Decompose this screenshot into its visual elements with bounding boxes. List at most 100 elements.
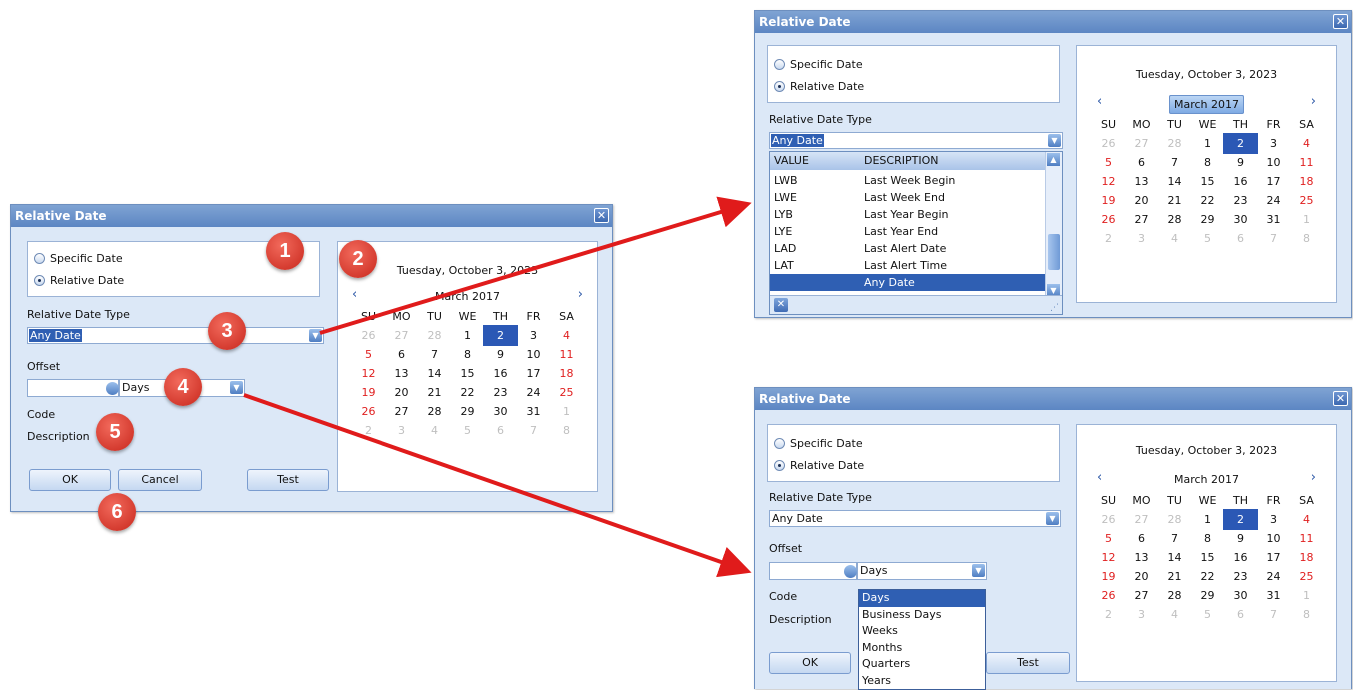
list-item[interactable]: LWE Last Week End	[770, 189, 1048, 206]
calendar-day[interactable]: 2	[352, 421, 385, 440]
calendar-day[interactable]: 8	[1191, 153, 1224, 172]
calendar-day[interactable]: 4	[1158, 605, 1191, 624]
calendar-day[interactable]: 15	[1191, 172, 1224, 191]
calendar-day[interactable]: 31	[1257, 210, 1290, 229]
calendar-day[interactable]: 18	[1290, 172, 1323, 191]
calendar-day[interactable]: 27	[385, 326, 418, 345]
calendar-day[interactable]: 26	[1092, 586, 1125, 605]
calendar-month-label[interactable]: March 2017	[1077, 473, 1336, 486]
list-scrollbar[interactable]: ▲ ▼	[1045, 152, 1062, 298]
calendar-day[interactable]: 17	[517, 364, 550, 383]
calendar-day[interactable]: 28	[1158, 586, 1191, 605]
calendar-day[interactable]: 12	[1092, 548, 1125, 567]
calendar-day[interactable]: 7	[1257, 605, 1290, 624]
calendar-day[interactable]: 18	[1290, 548, 1323, 567]
list-item[interactable]: LYE Last Year End	[770, 223, 1048, 240]
radio-specific-date[interactable]: Specific Date	[774, 437, 863, 450]
calendar-day[interactable]: 19	[1092, 191, 1125, 210]
date-type-combo[interactable]: Any Date ▼	[769, 510, 1061, 527]
calendar-day[interactable]: 5	[1191, 229, 1224, 248]
calendar-day[interactable]: 3	[517, 326, 550, 345]
list-item[interactable]: Any Date	[770, 274, 1048, 291]
calendar-day[interactable]: 20	[385, 383, 418, 402]
calendar-day[interactable]: 10	[517, 345, 550, 364]
calendar-day[interactable]: 14	[1158, 172, 1191, 191]
scroll-thumb[interactable]	[1048, 234, 1060, 270]
chevron-right-icon[interactable]: ›	[578, 287, 583, 302]
calendar-day[interactable]: 29	[1191, 210, 1224, 229]
calendar-day[interactable]: 3	[1257, 134, 1290, 153]
radio-relative-date[interactable]: Relative Date	[774, 459, 864, 472]
calendar-day[interactable]: 24	[1257, 567, 1290, 586]
calendar-day[interactable]: 4	[1290, 134, 1323, 153]
calendar-day[interactable]: 11	[1290, 529, 1323, 548]
dropdown-option[interactable]: Years	[859, 673, 985, 690]
calendar-day[interactable]: 21	[1158, 191, 1191, 210]
offset-unit-list[interactable]: Days Business Days Weeks Months Quarters Year…	[858, 589, 986, 690]
radio-on-icon[interactable]	[774, 460, 785, 471]
calendar-day[interactable]: 2	[483, 325, 518, 346]
calendar-day[interactable]: 24	[1257, 191, 1290, 210]
cancel-button[interactable]: Cancel	[118, 469, 202, 491]
calendar-day[interactable]: 7	[517, 421, 550, 440]
radio-on-icon[interactable]	[774, 81, 785, 92]
calendar-day[interactable]: 7	[418, 345, 451, 364]
calendar-day[interactable]: 1	[451, 326, 484, 345]
calendar-day[interactable]: 3	[1125, 229, 1158, 248]
calendar-day[interactable]: 5	[451, 421, 484, 440]
calendar-day[interactable]: 10	[1257, 153, 1290, 172]
calendar-day[interactable]: 5	[1092, 529, 1125, 548]
calendar-day[interactable]: 15	[1191, 548, 1224, 567]
calendar-day[interactable]: 30	[484, 402, 517, 421]
calendar-day[interactable]: 26	[352, 326, 385, 345]
calendar-day[interactable]: 14	[418, 364, 451, 383]
close-icon[interactable]: ✕	[594, 208, 609, 223]
calendar-day[interactable]: 1	[1290, 586, 1323, 605]
calendar-day[interactable]: 7	[1257, 229, 1290, 248]
calendar-day[interactable]: 27	[1125, 586, 1158, 605]
calendar-day[interactable]: 3	[385, 421, 418, 440]
offset-unit-combo[interactable]: Days ▼	[857, 562, 987, 580]
calendar-day[interactable]: 6	[1224, 229, 1257, 248]
chevron-down-icon[interactable]: ▼	[1046, 512, 1059, 525]
calendar-day[interactable]: 17	[1257, 172, 1290, 191]
calendar-day[interactable]: 1	[1191, 134, 1224, 153]
calendar-day[interactable]: 4	[550, 326, 583, 345]
calendar-day[interactable]: 5	[352, 345, 385, 364]
radio-off-icon[interactable]	[774, 59, 785, 70]
radio-relative-date[interactable]: Relative Date	[34, 274, 124, 287]
calendar-day[interactable]: 21	[418, 383, 451, 402]
calendar-day[interactable]: 10	[1257, 529, 1290, 548]
calendar-day[interactable]: 16	[484, 364, 517, 383]
dropdown-option[interactable]: Business Days	[859, 607, 985, 624]
calendar-day[interactable]: 2	[1223, 133, 1258, 154]
calendar-day[interactable]: 8	[1290, 605, 1323, 624]
calendar-day[interactable]: 24	[517, 383, 550, 402]
radio-specific-date[interactable]: Specific Date	[774, 58, 863, 71]
calendar-day[interactable]: 5	[1092, 153, 1125, 172]
calendar-day[interactable]: 25	[550, 383, 583, 402]
calendar-day[interactable]: 28	[1158, 510, 1191, 529]
calendar-day[interactable]: 12	[352, 364, 385, 383]
calendar-day[interactable]: 7	[1158, 153, 1191, 172]
test-button[interactable]: Test	[247, 469, 329, 491]
calendar-day[interactable]: 30	[1224, 586, 1257, 605]
calendar-day[interactable]: 26	[1092, 510, 1125, 529]
calendar-day[interactable]: 22	[451, 383, 484, 402]
calendar-day[interactable]: 14	[1158, 548, 1191, 567]
date-type-combo[interactable]: Any Date ▼	[769, 132, 1063, 149]
radio-specific-date[interactable]: Specific Date	[34, 252, 123, 265]
calendar-day[interactable]: 29	[1191, 586, 1224, 605]
dropdown-option[interactable]: Weeks	[859, 623, 985, 640]
calendar-day[interactable]: 8	[451, 345, 484, 364]
calendar-day[interactable]: 28	[418, 326, 451, 345]
calendar-day[interactable]: 6	[1224, 605, 1257, 624]
chevron-down-icon[interactable]: ▼	[230, 381, 243, 394]
calendar-day[interactable]: 15	[451, 364, 484, 383]
calendar-day[interactable]: 29	[451, 402, 484, 421]
dialog-title-bar[interactable]: Relative Date	[755, 11, 1351, 33]
radio-off-icon[interactable]	[34, 253, 45, 264]
calendar-day[interactable]: 28	[1158, 210, 1191, 229]
calendar-day[interactable]: 19	[1092, 567, 1125, 586]
column-header-value[interactable]: VALUE	[774, 152, 809, 170]
